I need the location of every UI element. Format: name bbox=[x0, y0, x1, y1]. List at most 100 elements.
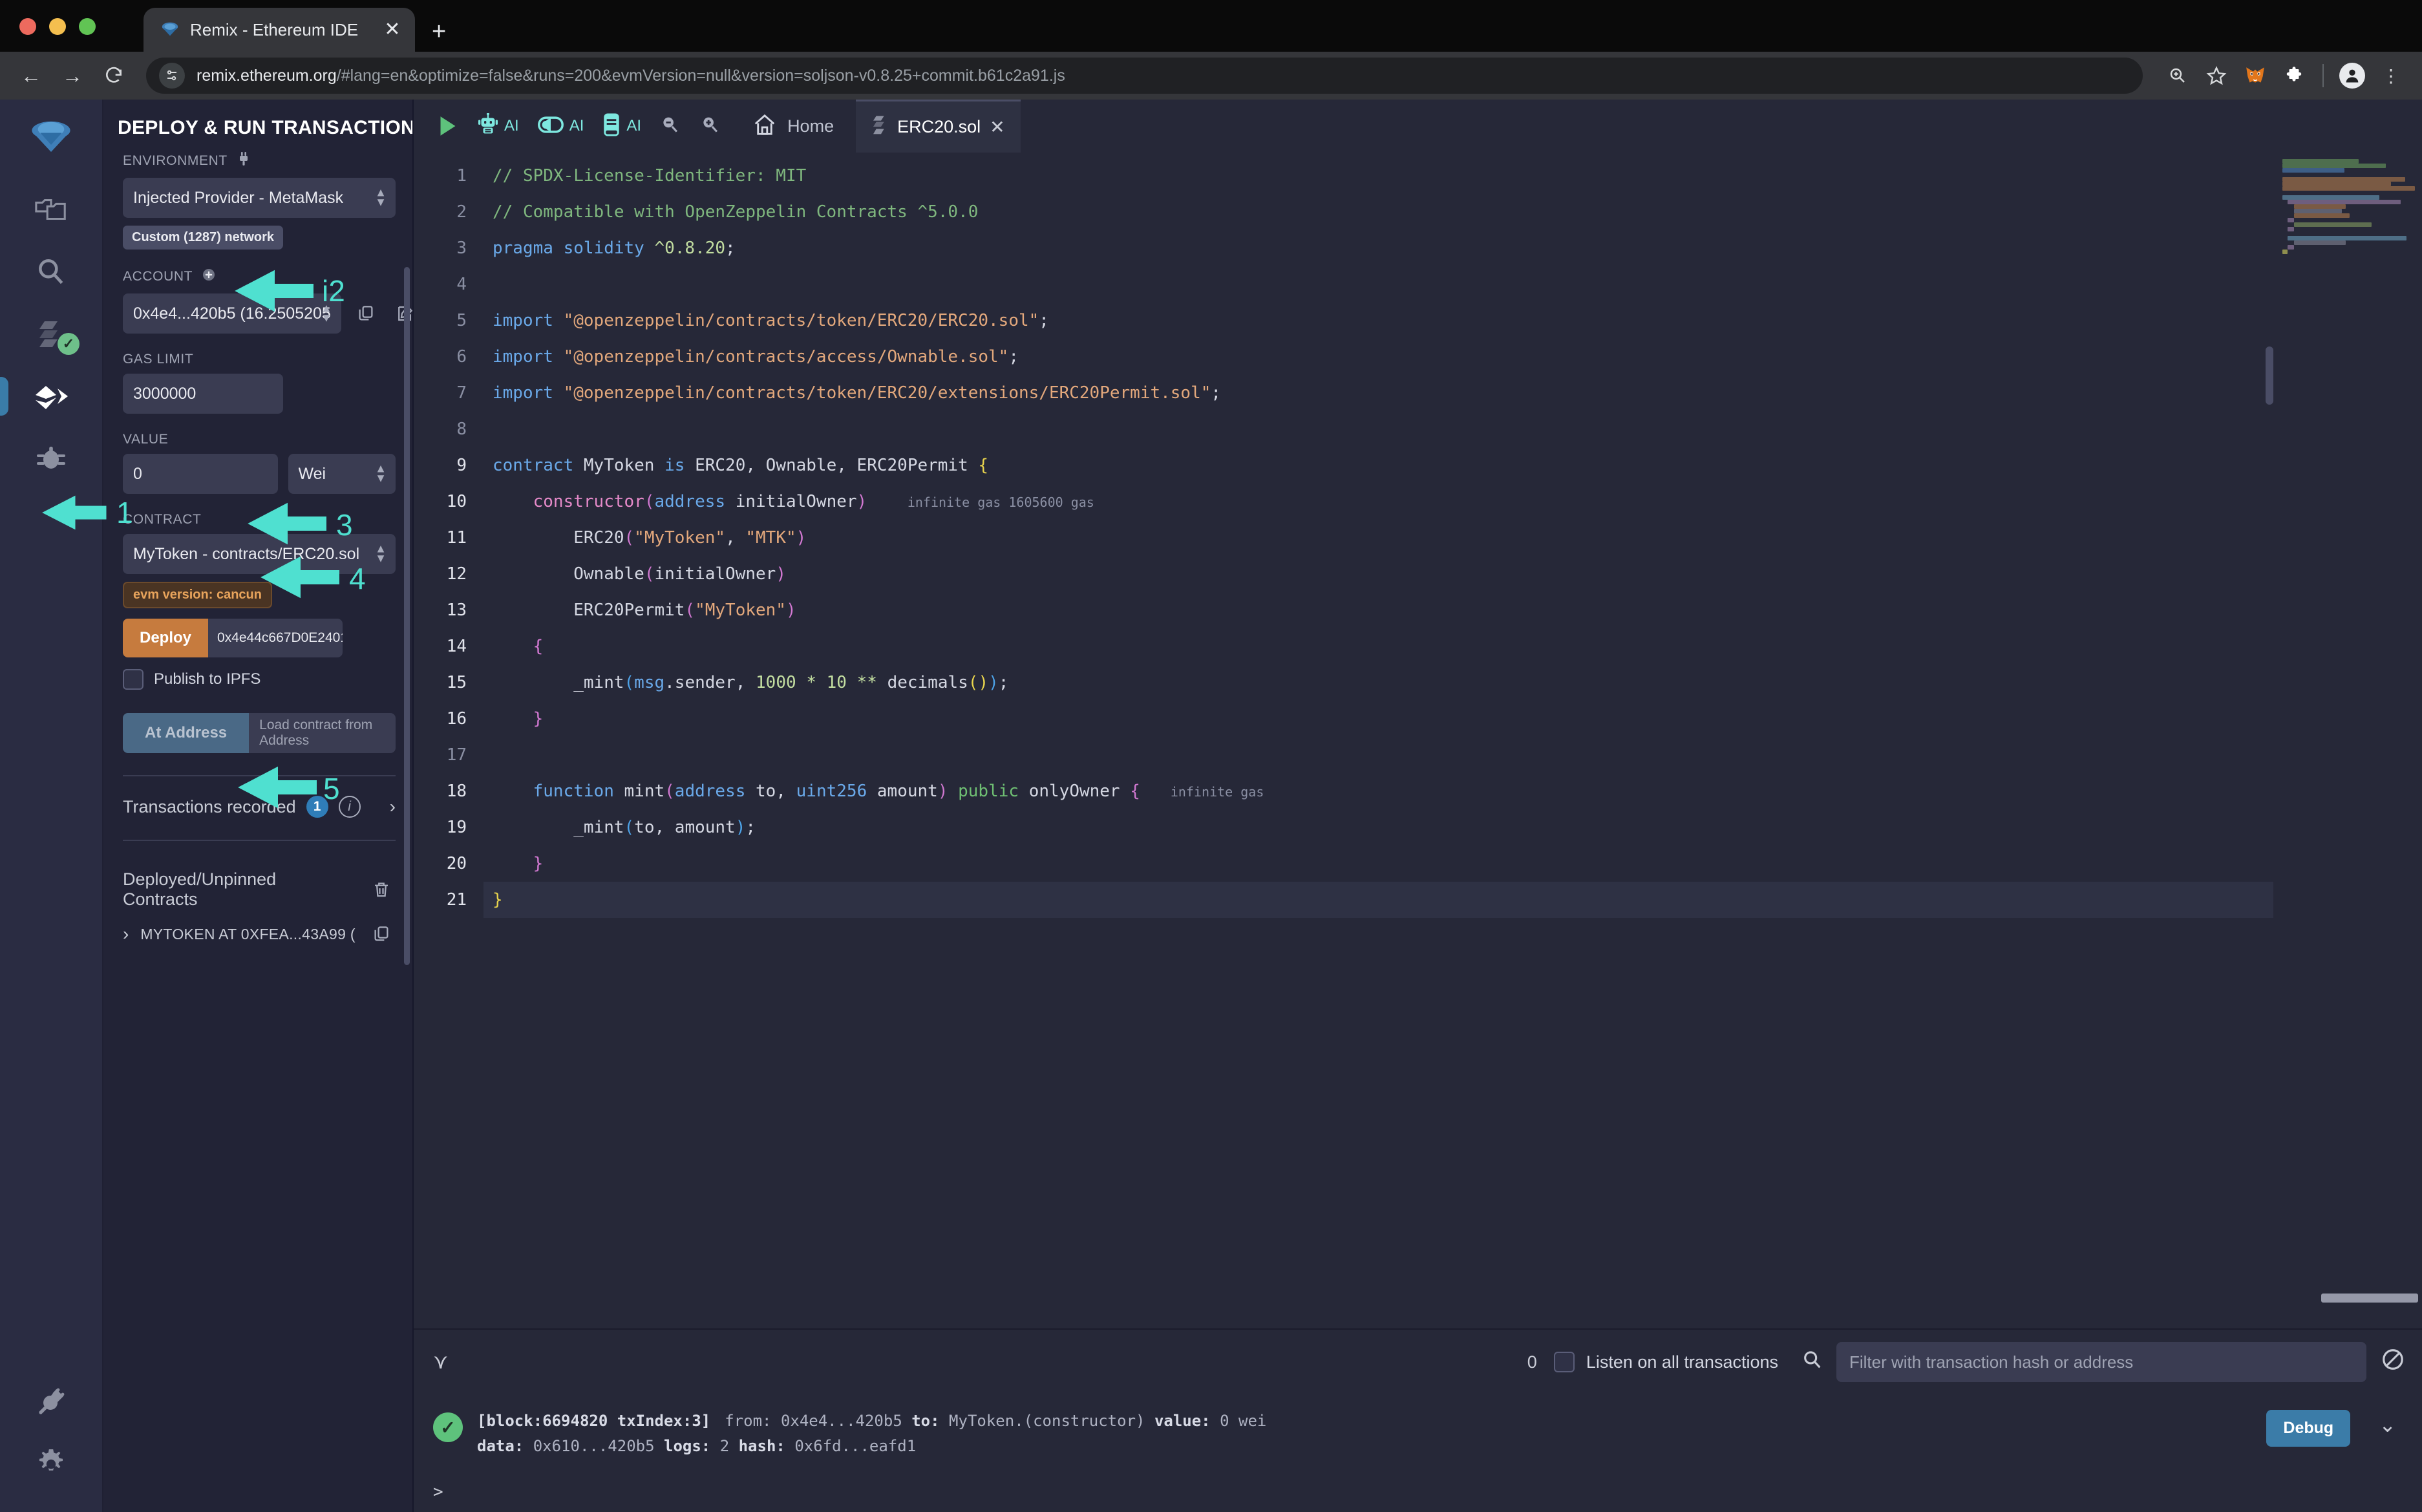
line-number: 7 bbox=[414, 375, 483, 411]
code-line: ERC20Permit("MyToken") bbox=[573, 601, 796, 620]
account-avatar-icon[interactable] bbox=[2335, 59, 2369, 92]
three-dot-menu-icon[interactable]: ⋮ bbox=[2374, 59, 2408, 92]
home-label: Home bbox=[787, 116, 834, 136]
reload-icon[interactable] bbox=[97, 59, 131, 92]
zoom-in-icon[interactable] bbox=[2161, 59, 2194, 92]
close-window-button[interactable] bbox=[19, 18, 36, 35]
deployed-contract-copy-icon[interactable] bbox=[367, 924, 396, 944]
chevron-right-icon[interactable]: › bbox=[390, 796, 396, 817]
code-line: ERC20("MyToken", "MTK") bbox=[573, 528, 807, 548]
sidebar-item-settings[interactable] bbox=[12, 1433, 90, 1495]
metamask-fox-icon[interactable] bbox=[2238, 59, 2272, 92]
browser-tab[interactable]: Remix - Ethereum IDE ✕ bbox=[143, 8, 415, 52]
editor-minimap[interactable] bbox=[2273, 153, 2422, 1328]
chevron-updown-icon: ▲ ▼ bbox=[321, 301, 332, 325]
log-hash-label: hash: bbox=[738, 1437, 785, 1455]
transaction-filter-input[interactable]: Filter with transaction hash or address bbox=[1836, 1342, 2366, 1382]
code-line: } bbox=[493, 890, 503, 910]
copy-icon[interactable] bbox=[352, 304, 380, 323]
account-label: ACCOUNT bbox=[123, 266, 396, 287]
evm-version-badge: evm version: cancun bbox=[123, 582, 272, 608]
log-from-label: from: bbox=[725, 1412, 772, 1430]
panel-scrollbar[interactable] bbox=[404, 267, 410, 965]
ban-icon[interactable] bbox=[2381, 1347, 2405, 1378]
editor-toolbar: AI AI AI Home ERC20.sol ✕ bbox=[414, 100, 2422, 153]
line-number: 20 bbox=[414, 846, 483, 882]
chevron-right-icon[interactable]: › bbox=[123, 924, 129, 944]
minimize-window-button[interactable] bbox=[49, 18, 66, 35]
debug-button[interactable]: Debug bbox=[2266, 1410, 2351, 1447]
plus-circle-icon[interactable] bbox=[200, 266, 217, 287]
ai-book-button[interactable]: AI bbox=[593, 100, 650, 153]
plus-icon[interactable]: + bbox=[432, 19, 446, 44]
listen-all-transactions-checkbox[interactable] bbox=[1553, 1352, 1575, 1372]
minimap-scrollbar[interactable] bbox=[2321, 1294, 2418, 1303]
account-select[interactable]: 0x4e4...420b5 (16.2505205 ▲ ▼ bbox=[123, 293, 341, 334]
chevron-double-down-icon[interactable]: ⋎ bbox=[433, 1351, 459, 1372]
list-item[interactable]: › MYTOKEN AT 0XFEA...43A99 ( bbox=[123, 910, 396, 944]
chevron-down-icon[interactable]: ⌄ bbox=[2379, 1412, 2396, 1437]
log-logs-value: 2 bbox=[719, 1437, 730, 1455]
transactions-recorded-section[interactable]: Transactions recorded 1 i › bbox=[123, 776, 396, 840]
code-line: pragma solidity ^0.8.20; bbox=[493, 239, 736, 258]
log-to-value: MyToken.(constructor) bbox=[949, 1412, 1145, 1430]
publish-ipfs-checkbox[interactable] bbox=[123, 669, 143, 690]
deploy-constructor-arg-input[interactable]: 0x4e44c667D0E240112438c bbox=[208, 619, 343, 657]
terminal-count: 0 bbox=[1527, 1352, 1537, 1372]
run-button[interactable] bbox=[428, 100, 468, 153]
code-editor[interactable]: 1 // SPDX-License-Identifier: MIT 2 // Com… bbox=[414, 153, 2273, 1328]
deploy-run-panel: DEPLOY & RUN TRANSACTIONS ✓ › ENVIRONMEN… bbox=[103, 100, 414, 1512]
zoom-out-button[interactable] bbox=[650, 100, 690, 153]
transactions-recorded-count: 1 bbox=[306, 796, 328, 818]
zoom-out-icon bbox=[659, 114, 681, 139]
sidebar-item-search[interactable] bbox=[12, 241, 90, 303]
code-line: // SPDX-License-Identifier: MIT bbox=[493, 166, 807, 186]
tune-icon[interactable] bbox=[159, 63, 185, 89]
window-controls[interactable] bbox=[19, 18, 96, 35]
arrow-right-icon[interactable]: → bbox=[56, 59, 89, 92]
at-address-row: At Address Load contract from Address bbox=[123, 713, 396, 753]
gas-limit-input[interactable]: 3000000 bbox=[123, 374, 283, 414]
environment-select[interactable]: Injected Provider - MetaMask ▲ ▼ bbox=[123, 178, 396, 218]
star-icon[interactable] bbox=[2200, 59, 2233, 92]
line-number: 8 bbox=[414, 411, 483, 447]
zoom-in-button[interactable] bbox=[690, 100, 730, 153]
puzzle-icon[interactable] bbox=[2277, 59, 2311, 92]
close-icon[interactable]: ✕ bbox=[381, 20, 403, 39]
sidebar-item-file-explorer[interactable] bbox=[12, 179, 90, 241]
sidebar-item-debugger[interactable] bbox=[12, 427, 90, 489]
sidebar-item-deploy-run-transactions[interactable] bbox=[0, 365, 90, 427]
arrow-left-icon[interactable]: ← bbox=[14, 59, 48, 92]
ai-toggle-button[interactable]: AI bbox=[528, 100, 593, 153]
maximize-window-button[interactable] bbox=[79, 18, 96, 35]
publish-ipfs-row[interactable]: Publish to IPFS bbox=[123, 669, 396, 690]
browser-tab-title: Remix - Ethereum IDE bbox=[190, 19, 359, 39]
deploy-row: Deploy 0x4e44c667D0E240112438c bbox=[123, 619, 343, 657]
code-line: function mint(address to, uint256 amount… bbox=[533, 782, 1264, 801]
at-address-button[interactable]: At Address bbox=[123, 713, 250, 753]
sidebar-item-plugin-manager[interactable] bbox=[12, 1371, 90, 1433]
omnibox[interactable]: remix.ethereum.org/#lang=en&optimize=fal… bbox=[146, 58, 2143, 94]
search-icon[interactable] bbox=[1801, 1349, 1823, 1376]
close-icon[interactable]: ✕ bbox=[990, 116, 1004, 138]
url-host: remix.ethereum.org bbox=[197, 66, 337, 85]
value-unit-select[interactable]: Wei ▲ ▼ bbox=[288, 454, 396, 494]
home-button[interactable]: Home bbox=[730, 100, 843, 153]
sidebar-item-solidity-compiler[interactable]: ✓ bbox=[12, 303, 90, 365]
deployed-contracts-section: Deployed/Unpinned Contracts bbox=[123, 841, 396, 910]
editor-tab-erc20[interactable]: ERC20.sol ✕ bbox=[856, 100, 1021, 153]
terminal-toolbar: ⋎ 0 Listen on all transactions Filter wi… bbox=[414, 1330, 2422, 1394]
deploy-button[interactable]: Deploy bbox=[123, 619, 209, 657]
editor-scrollbar[interactable] bbox=[2266, 346, 2273, 405]
remix-logo-icon[interactable] bbox=[27, 116, 75, 160]
info-icon[interactable]: i bbox=[338, 796, 361, 818]
ai-robot-button[interactable]: AI bbox=[468, 100, 528, 153]
terminal-prompt[interactable]: > bbox=[414, 1475, 2422, 1512]
browser-tabstrip: Remix - Ethereum IDE ✕ + bbox=[0, 0, 2422, 52]
terminal-log-row[interactable]: ✓ [block:6694820 txIndex:3] from: 0x4e4..… bbox=[414, 1394, 2422, 1475]
trash-icon[interactable] bbox=[367, 880, 396, 899]
at-address-input[interactable]: Load contract from Address bbox=[249, 713, 396, 753]
line-number: 11 bbox=[414, 520, 483, 556]
contract-select[interactable]: MyToken - contracts/ERC20.sol ▲ ▼ bbox=[123, 534, 396, 574]
value-amount-input[interactable]: 0 bbox=[123, 454, 278, 494]
